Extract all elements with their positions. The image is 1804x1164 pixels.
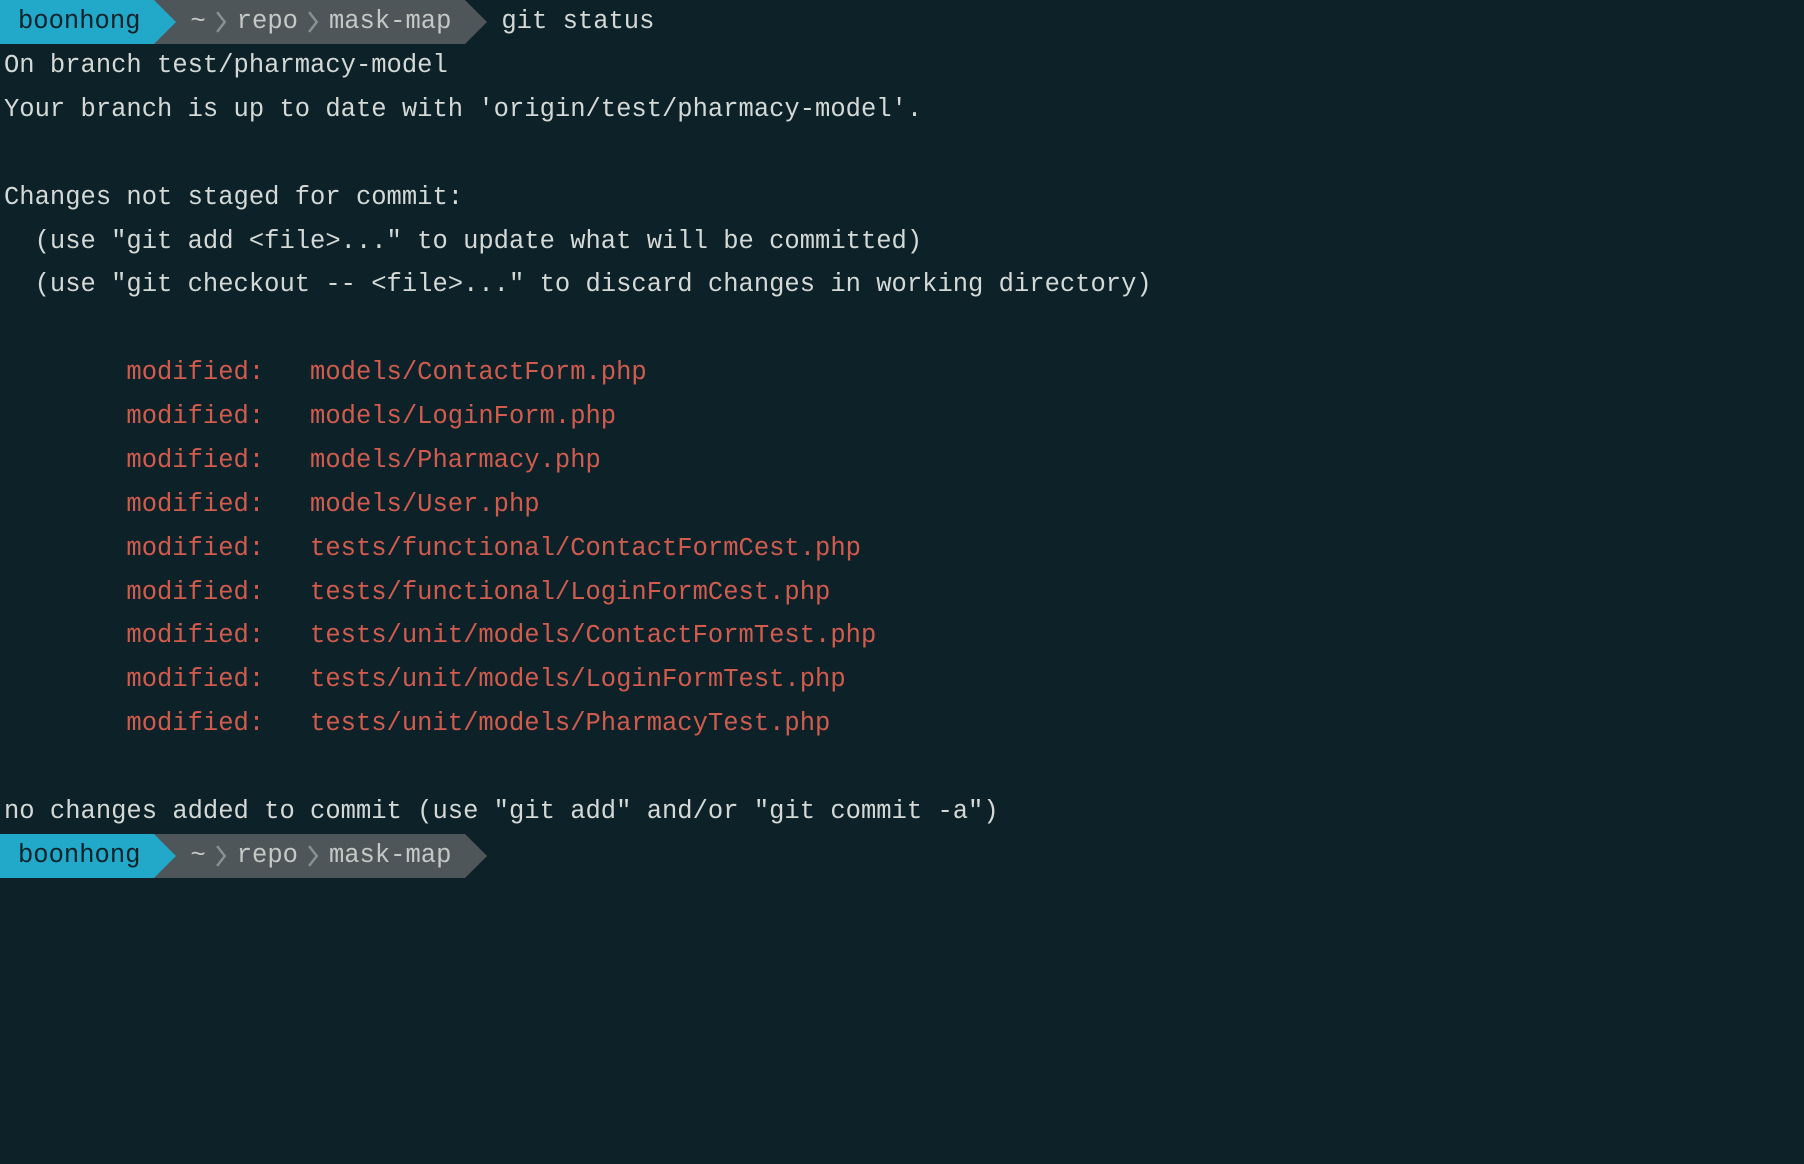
chevron-right-icon	[308, 11, 319, 33]
command-text: git status	[465, 0, 654, 44]
prompt-user-segment: boonhong	[0, 834, 154, 878]
hint-checkout: (use "git checkout -- <file>..." to disc…	[4, 263, 1800, 307]
branch-line: On branch test/pharmacy-model	[4, 44, 1800, 88]
prompt-path-segment: ~ repo mask-map	[154, 834, 465, 878]
prompt-line-2: boonhong ~ repo mask-map	[0, 834, 1804, 878]
modified-file-row: modified: tests/unit/models/LoginFormTes…	[4, 658, 1800, 702]
path-part: mask-map	[329, 0, 451, 44]
modified-file-row: modified: models/ContactForm.php	[4, 351, 1800, 395]
tracking-line: Your branch is up to date with 'origin/t…	[4, 88, 1800, 132]
modified-file-row: modified: models/LoginForm.php	[4, 395, 1800, 439]
path-part: ~	[190, 0, 205, 44]
terminal[interactable]: boonhong ~ repo mask-map git status On bra…	[0, 0, 1804, 878]
path-part: ~	[190, 834, 205, 878]
modified-file-row: modified: tests/functional/ContactFormCe…	[4, 527, 1800, 571]
chevron-right-icon	[308, 845, 319, 867]
modified-files-list: modified: models/ContactForm.php modifie…	[4, 351, 1800, 746]
git-status-output: On branch test/pharmacy-model Your branc…	[0, 44, 1804, 834]
hint-add: (use "git add <file>..." to update what …	[4, 220, 1800, 264]
prompt-user: boonhong	[18, 0, 140, 44]
modified-file-row: modified: tests/unit/models/ContactFormT…	[4, 614, 1800, 658]
prompt-line-1: boonhong ~ repo mask-map git status	[0, 0, 1804, 44]
prompt-user-segment: boonhong	[0, 0, 154, 44]
modified-file-row: modified: tests/functional/LoginFormCest…	[4, 571, 1800, 615]
path-part: mask-map	[329, 834, 451, 878]
chevron-right-icon	[216, 845, 227, 867]
chevron-right-icon	[216, 11, 227, 33]
modified-file-row: modified: models/User.php	[4, 483, 1800, 527]
path-part: repo	[237, 834, 298, 878]
prompt-path-segment: ~ repo mask-map	[154, 0, 465, 44]
no-changes-line: no changes added to commit (use "git add…	[4, 790, 1800, 834]
path-part: repo	[237, 0, 298, 44]
modified-file-row: modified: tests/unit/models/PharmacyTest…	[4, 702, 1800, 746]
unstaged-header: Changes not staged for commit:	[4, 176, 1800, 220]
modified-file-row: modified: models/Pharmacy.php	[4, 439, 1800, 483]
prompt-user: boonhong	[18, 834, 140, 878]
